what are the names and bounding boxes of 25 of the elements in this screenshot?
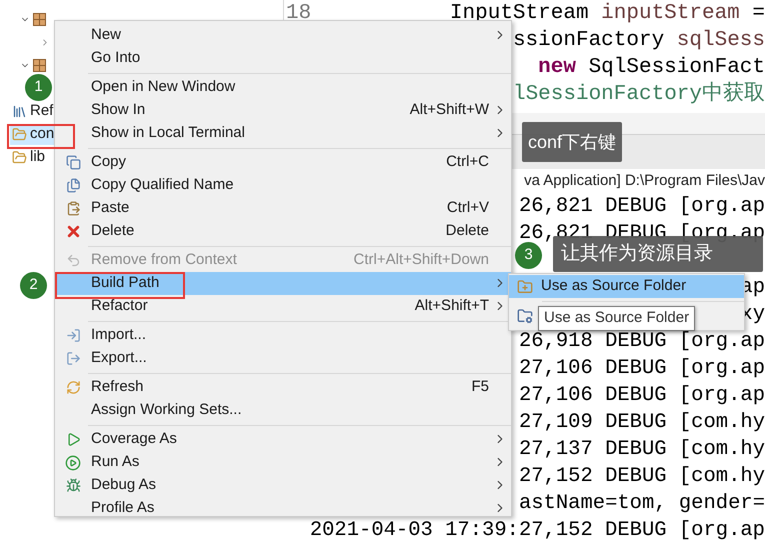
shortcut-label: Ctrl+Alt+Shift+Down (354, 250, 489, 270)
shortcut-label: F5 (471, 377, 489, 398)
console-line: 27,106 DEBUG [org.ap (518, 383, 765, 409)
console-line: 27,137 DEBUG [com.hy (518, 437, 765, 463)
shortcut-label: Alt+Shift+T (414, 296, 489, 316)
code-comment: lSessionFactory中获取 (512, 81, 765, 108)
callout-label: conf下右键 (522, 122, 622, 162)
console-header: va Application] D:\Program Files\Jav (524, 171, 765, 191)
console-line: 27,152 DEBUG [com.hy (518, 464, 765, 490)
console-line: 27,109 DEBUG [com.hy (518, 410, 765, 436)
code-line: InputStream inputStream = (450, 1, 765, 27)
console-line: astName=tom, gender= (518, 491, 765, 517)
shortcut-label: Delete (446, 221, 489, 242)
tooltip: Use as Source Folder (538, 306, 696, 331)
callout-label: 让其作为资源目录 (553, 236, 763, 272)
console-line: 26,918 DEBUG [org.ap (518, 329, 765, 355)
console-line: 2021-04-03 17:39:27,152 DEBUG [org.ap (310, 518, 765, 544)
console-line: 27,106 DEBUG [org.ap (518, 356, 765, 382)
line-number: 18 (285, 1, 312, 27)
console-line: 26,821 DEBUG [org.ap (518, 194, 765, 220)
shortcut-label: Ctrl+C (446, 152, 489, 172)
shortcut-label: Ctrl+V (446, 198, 489, 218)
shortcut-label: Alt+Shift+W (410, 100, 489, 120)
code-line: new SqlSessionFact (538, 55, 765, 81)
code-line: ssionFactory sqlSess (512, 28, 765, 54)
